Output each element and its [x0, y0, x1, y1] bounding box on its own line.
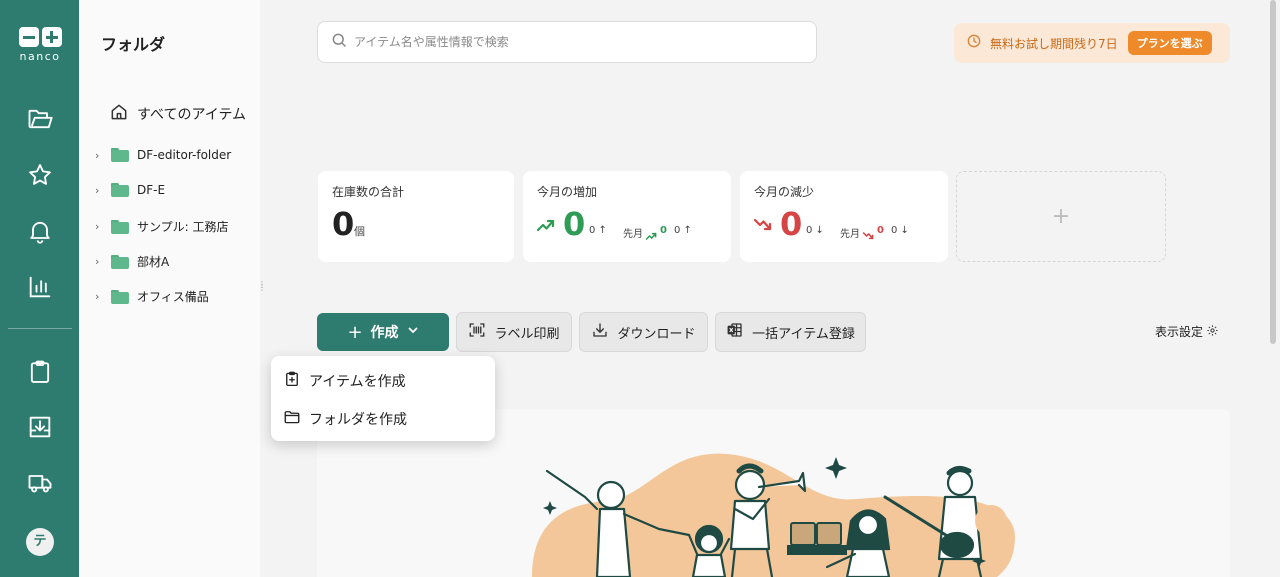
- stat-card-increase: 今月の増加 0 0 ↑ 先月 0 0 ↑: [523, 171, 731, 262]
- create-button[interactable]: + 作成: [317, 313, 449, 351]
- trend-down-small-icon: [862, 226, 875, 245]
- chevron-right-icon[interactable]: ›: [95, 220, 107, 233]
- folder-outline-icon: [283, 408, 301, 430]
- prev-label: 先月: [840, 229, 860, 240]
- folder-icon: [111, 148, 129, 162]
- clipboard-icon[interactable]: [26, 358, 54, 386]
- stat-unit: 個: [354, 225, 365, 238]
- bulk-register-label: 一括アイテム登録: [752, 326, 855, 342]
- create-label: 作成: [370, 325, 399, 341]
- create-item-menu-item[interactable]: アイテムを作成: [283, 370, 406, 392]
- page-scrollbar[interactable]: [1270, 0, 1276, 344]
- folder-tree-item[interactable]: › DF-E: [95, 183, 165, 197]
- chart-icon[interactable]: [26, 273, 54, 301]
- logo-mark: [16, 27, 64, 47]
- avatar[interactable]: テ: [26, 528, 54, 556]
- all-items-link[interactable]: すべてのアイテム: [109, 102, 246, 126]
- search-box[interactable]: [317, 21, 817, 63]
- stat-value: 0: [332, 205, 355, 243]
- stat-label: 今月の増加: [537, 185, 598, 199]
- folder-panel: フォルダ すべてのアイテム › DF-editor-folder › DF-E …: [79, 0, 266, 577]
- folder-icon: [111, 289, 129, 304]
- folder-tree-item[interactable]: › DF-editor-folder: [95, 148, 231, 162]
- folder-icon: [111, 219, 129, 234]
- trend-up-small-icon: [645, 226, 658, 245]
- label-print-button[interactable]: ラベル印刷: [456, 312, 572, 352]
- search-icon: [330, 31, 348, 53]
- chevron-right-icon[interactable]: ›: [95, 290, 107, 303]
- left-rail: nanco テ: [0, 0, 79, 577]
- folder-panel-title: フォルダ: [101, 35, 166, 54]
- create-folder-label: フォルダを作成: [309, 412, 407, 428]
- download-icon: [591, 321, 609, 343]
- stat-value: 0: [780, 205, 803, 243]
- prev-label: 先月: [623, 229, 643, 240]
- folder-icon: [111, 254, 129, 269]
- barcode-scan-icon: [468, 321, 486, 343]
- stat-value: 0: [563, 205, 586, 243]
- gear-icon: [1206, 324, 1219, 340]
- display-settings-button[interactable]: 表示設定: [1155, 323, 1219, 340]
- truck-icon[interactable]: [26, 469, 54, 497]
- create-item-label: アイテムを作成: [309, 374, 406, 390]
- stat-label: 今月の減少: [754, 185, 815, 199]
- home-icon: [109, 102, 129, 126]
- folder-label: 部材A: [137, 255, 170, 269]
- folder-tree-item[interactable]: › オフィス備品: [95, 288, 209, 305]
- trend-down-icon: [753, 217, 774, 237]
- display-settings-label: 表示設定: [1155, 325, 1204, 339]
- trial-text: 無料お試し期間残り7日: [990, 36, 1118, 51]
- label-print-label: ラベル印刷: [494, 326, 560, 342]
- folder-label: オフィス備品: [137, 290, 209, 304]
- folder-icon: [111, 183, 129, 197]
- bulk-register-button[interactable]: 一括アイテム登録: [715, 312, 866, 352]
- logo-text: nanco: [19, 50, 61, 63]
- star-icon[interactable]: [26, 161, 54, 189]
- bell-icon[interactable]: [26, 217, 54, 245]
- prev-sub: 0 ↓: [891, 225, 909, 236]
- download-label: ダウンロード: [617, 326, 696, 342]
- folder-tree-item[interactable]: › 部材A: [95, 253, 169, 270]
- folder-label: DF-editor-folder: [137, 148, 232, 162]
- clipboard-plus-icon: [283, 370, 301, 392]
- panel-resize-handle[interactable]: ⋮ ⋮: [258, 281, 266, 293]
- create-dropdown-menu: アイテムを作成 フォルダを作成: [271, 356, 495, 441]
- add-stat-card[interactable]: +: [956, 171, 1166, 262]
- trial-banner: 無料お試し期間残り7日 プランを選ぶ: [954, 23, 1230, 63]
- stat-card-decrease: 今月の減少 0 0 ↓ 先月 0 0 ↓: [740, 171, 948, 262]
- chevron-right-icon[interactable]: ›: [95, 255, 107, 268]
- rail-divider: [8, 328, 72, 329]
- prev-value: 0: [877, 225, 884, 236]
- prev-sub: 0 ↑: [674, 225, 692, 236]
- inbox-download-icon[interactable]: [26, 413, 54, 441]
- stat-label: 在庫数の合計: [332, 185, 405, 199]
- stat-sub: 0 ↓: [806, 225, 824, 236]
- trend-up-icon: [536, 217, 557, 237]
- spreadsheet-icon: [726, 321, 744, 343]
- chevron-right-icon[interactable]: ›: [95, 184, 107, 197]
- create-folder-menu-item[interactable]: フォルダを作成: [283, 408, 407, 430]
- prev-value: 0: [660, 225, 667, 236]
- stat-sub: 0 ↑: [589, 225, 607, 236]
- folder-label: DF-E: [137, 183, 166, 197]
- download-button[interactable]: ダウンロード: [579, 312, 708, 352]
- chevron-right-icon[interactable]: ›: [95, 149, 107, 162]
- clock-icon: [966, 33, 982, 53]
- nanco-logo[interactable]: nanco: [16, 27, 64, 63]
- search-input[interactable]: [354, 35, 794, 49]
- plus-icon: +: [347, 321, 363, 343]
- folder-tree-item[interactable]: › サンプル: 工務店: [95, 218, 229, 235]
- folder-label: サンプル: 工務店: [137, 220, 229, 234]
- chevron-down-icon: [407, 324, 419, 340]
- all-items-label: すべてのアイテム: [137, 107, 247, 123]
- stat-card-total: 在庫数の合計 0 個: [318, 171, 514, 262]
- choose-plan-button[interactable]: プランを選ぶ: [1127, 31, 1212, 55]
- folder-icon[interactable]: [26, 105, 54, 133]
